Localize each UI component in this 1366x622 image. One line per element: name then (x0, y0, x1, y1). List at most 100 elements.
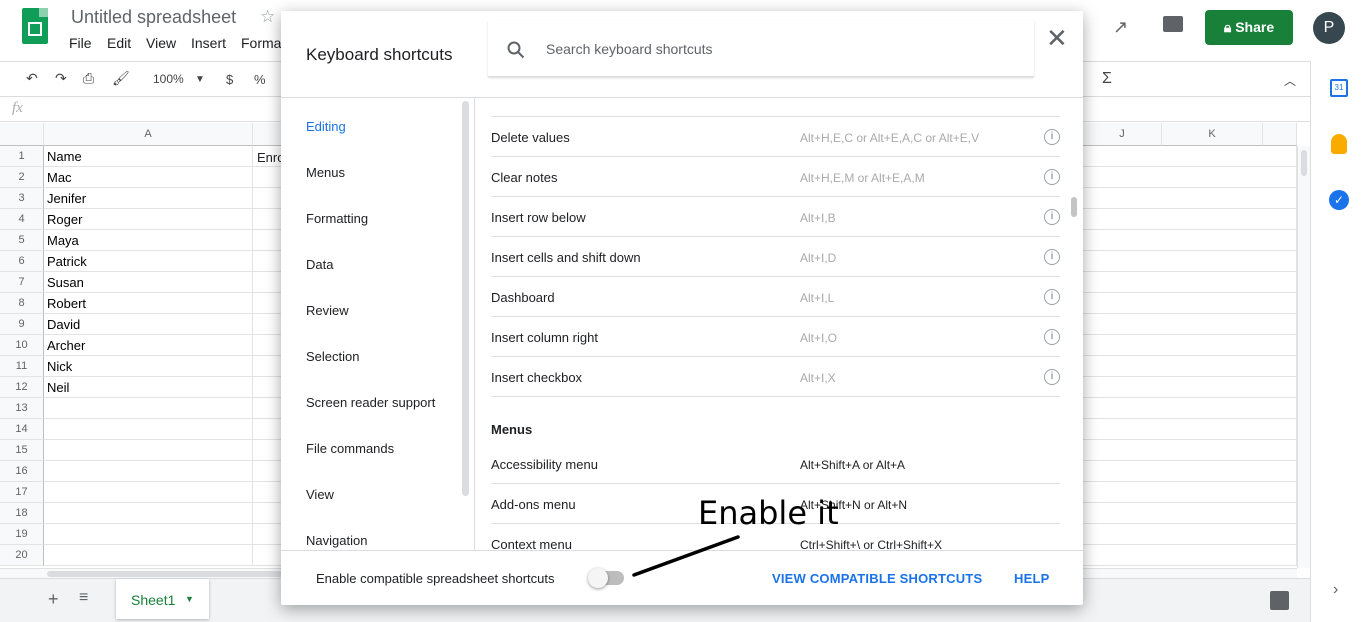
info-icon[interactable]: i (1044, 329, 1060, 345)
row-header[interactable]: 10 (0, 335, 44, 356)
add-sheet-icon[interactable]: + (48, 589, 59, 610)
cell-a[interactable]: Robert (44, 293, 253, 314)
menu-view[interactable]: View (146, 35, 176, 51)
share-button[interactable]: 🔒︎ Share (1205, 10, 1293, 45)
info-icon[interactable]: i (1044, 249, 1060, 265)
trending-icon[interactable]: ↗ (1113, 17, 1128, 38)
select-all-corner[interactable] (0, 123, 44, 146)
row-header[interactable]: 8 (0, 293, 44, 314)
cell-a[interactable] (44, 482, 253, 503)
compatible-shortcuts-toggle[interactable] (588, 568, 624, 588)
cell-a[interactable]: Roger (44, 209, 253, 230)
nav-item-editing[interactable]: Editing (306, 119, 346, 134)
tasks-icon[interactable]: ✓ (1329, 190, 1349, 210)
menu-format[interactable]: Forma (241, 35, 281, 51)
sigma-icon[interactable]: Σ (1102, 70, 1112, 88)
currency-button[interactable]: $ (226, 72, 233, 87)
cell-a[interactable] (44, 419, 253, 440)
row-header[interactable]: 12 (0, 377, 44, 398)
cell-a[interactable]: Name (44, 146, 253, 167)
toggle-knob[interactable] (588, 568, 608, 588)
nav-item-file-commands[interactable]: File commands (306, 441, 394, 456)
info-icon[interactable]: i (1044, 169, 1060, 185)
scroll-thumb[interactable] (1301, 150, 1307, 176)
star-icon[interactable]: ☆ (260, 7, 275, 27)
cell-a[interactable] (44, 545, 253, 566)
row-header[interactable]: 16 (0, 461, 44, 482)
menu-edit[interactable]: Edit (107, 35, 131, 51)
row-header[interactable]: 7 (0, 272, 44, 293)
vertical-scrollbar[interactable] (1297, 146, 1310, 568)
cell-a[interactable]: Maya (44, 230, 253, 251)
percent-button[interactable]: % (254, 72, 266, 87)
document-title[interactable]: Untitled spreadsheet (71, 7, 236, 28)
row-header[interactable]: 17 (0, 482, 44, 503)
sheets-logo-icon[interactable] (22, 8, 48, 44)
row-header[interactable]: 11 (0, 356, 44, 377)
search-box[interactable] (488, 21, 1034, 77)
nav-item-view[interactable]: View (306, 487, 334, 502)
info-icon[interactable]: i (1044, 289, 1060, 305)
cell-a[interactable] (44, 503, 253, 524)
info-icon[interactable]: i (1044, 129, 1060, 145)
info-icon[interactable]: i (1044, 209, 1060, 225)
row-header[interactable]: 6 (0, 251, 44, 272)
row-header[interactable]: 14 (0, 419, 44, 440)
cell-a[interactable]: Neil (44, 377, 253, 398)
nav-item-selection[interactable]: Selection (306, 349, 359, 364)
nav-scrollbar[interactable] (462, 101, 469, 496)
cell-a[interactable]: Archer (44, 335, 253, 356)
paint-format-icon[interactable]: 🖌︎ (112, 70, 130, 87)
redo-icon[interactable]: ↷ (55, 70, 67, 87)
column-header-a[interactable]: A (44, 123, 253, 146)
zoom-select[interactable]: 100% (153, 72, 184, 86)
nav-item-navigation[interactable]: Navigation (306, 533, 367, 548)
collapse-chevron-icon[interactable]: ︿ (1284, 72, 1296, 89)
close-icon[interactable]: ✕ (1046, 25, 1068, 51)
chevron-down-icon[interactable]: ▼ (195, 74, 205, 85)
sheet-tab-sheet1[interactable]: Sheet1 ▼ (116, 579, 209, 619)
expand-panel-icon[interactable]: › (1333, 581, 1338, 599)
column-header-k[interactable]: K (1162, 123, 1263, 146)
row-header[interactable]: 3 (0, 188, 44, 209)
info-icon[interactable]: i (1044, 369, 1060, 385)
nav-item-formatting[interactable]: Formatting (306, 211, 368, 226)
nav-item-data[interactable]: Data (306, 257, 333, 272)
cell-a[interactable]: Susan (44, 272, 253, 293)
cell-a[interactable] (44, 461, 253, 482)
row-header[interactable]: 4 (0, 209, 44, 230)
cell-a[interactable]: Patrick (44, 251, 253, 272)
explore-icon[interactable] (1270, 591, 1289, 610)
row-header[interactable]: 15 (0, 440, 44, 461)
keep-icon[interactable] (1331, 134, 1347, 154)
menu-file[interactable]: File (69, 35, 92, 51)
sheet-tab-chevron-icon[interactable]: ▼ (185, 594, 194, 604)
row-header[interactable]: 9 (0, 314, 44, 335)
cell-a[interactable]: Nick (44, 356, 253, 377)
cell-a[interactable] (44, 524, 253, 545)
all-sheets-icon[interactable]: ≡ (79, 589, 88, 607)
menu-insert[interactable]: Insert (191, 35, 226, 51)
row-header[interactable]: 2 (0, 167, 44, 188)
search-input[interactable] (546, 41, 1006, 57)
cell-a[interactable] (44, 398, 253, 419)
row-header[interactable]: 20 (0, 545, 44, 566)
view-compatible-shortcuts-link[interactable]: VIEW COMPATIBLE SHORTCUTS (772, 571, 982, 586)
nav-item-screen-reader-support[interactable]: Screen reader support (306, 395, 435, 410)
row-header[interactable]: 19 (0, 524, 44, 545)
row-header[interactable]: 13 (0, 398, 44, 419)
calendar-icon[interactable]: 31 (1330, 79, 1348, 97)
help-link[interactable]: HELP (1014, 571, 1049, 586)
list-scroll-thumb[interactable] (1071, 197, 1077, 217)
print-icon[interactable]: ⎙ (83, 70, 94, 87)
cell-a[interactable]: Jenifer (44, 188, 253, 209)
hscroll-thumb[interactable] (47, 571, 287, 577)
row-header[interactable]: 18 (0, 503, 44, 524)
comment-icon[interactable] (1163, 16, 1183, 32)
row-header[interactable]: 5 (0, 230, 44, 251)
undo-icon[interactable]: ↶ (26, 70, 38, 87)
row-header[interactable]: 1 (0, 146, 44, 167)
column-header-l[interactable] (1263, 123, 1297, 146)
avatar[interactable]: P (1313, 12, 1345, 44)
cell-a[interactable]: David (44, 314, 253, 335)
